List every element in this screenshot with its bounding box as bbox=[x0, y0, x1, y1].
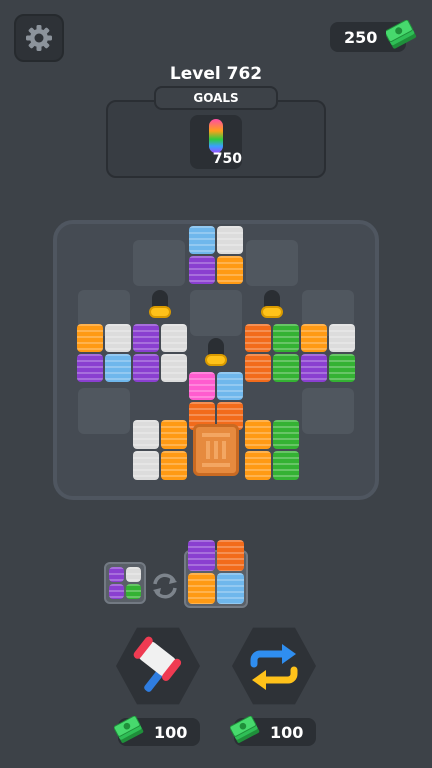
gear-icon bbox=[26, 25, 52, 51]
board-slot[interactable] bbox=[302, 388, 354, 434]
swap-arrows-icon bbox=[153, 573, 177, 599]
block-tile[interactable] bbox=[133, 324, 187, 382]
board-slot[interactable] bbox=[246, 240, 298, 286]
shuffle-price-value: 100 bbox=[270, 723, 304, 742]
ring-holder-icon bbox=[205, 338, 227, 370]
hammer-icon bbox=[133, 636, 182, 692]
board-slot[interactable] bbox=[190, 290, 242, 336]
hammer-price-value: 100 bbox=[154, 723, 188, 742]
next-piece-large[interactable] bbox=[184, 540, 248, 608]
block-tile[interactable] bbox=[77, 324, 131, 382]
currency-amount: 250 bbox=[344, 28, 378, 47]
rainbow-pill-icon bbox=[209, 119, 223, 153]
goal-count: 750 bbox=[212, 151, 242, 167]
ring-holder-icon bbox=[261, 290, 283, 322]
settings-button[interactable] bbox=[14, 14, 64, 62]
goals-label: GOALS bbox=[154, 86, 278, 110]
board-slot[interactable] bbox=[133, 240, 185, 286]
board-slot[interactable] bbox=[78, 388, 130, 434]
block-tile[interactable] bbox=[133, 420, 187, 480]
level-title: Level 762 bbox=[169, 64, 263, 84]
block-tile[interactable] bbox=[245, 324, 299, 382]
cash-icon bbox=[230, 716, 260, 743]
ring-holder-icon bbox=[149, 290, 171, 322]
cash-icon bbox=[114, 716, 144, 743]
next-piece-small[interactable] bbox=[104, 562, 146, 604]
block-tile[interactable] bbox=[189, 372, 243, 430]
cash-icon bbox=[386, 20, 417, 49]
block-tile[interactable] bbox=[245, 420, 299, 480]
goal-item: 750 bbox=[190, 115, 242, 169]
shuffle-icon bbox=[250, 644, 298, 690]
block-tile[interactable] bbox=[189, 226, 243, 284]
wooden-crate bbox=[193, 424, 239, 476]
block-tile[interactable] bbox=[301, 324, 355, 382]
